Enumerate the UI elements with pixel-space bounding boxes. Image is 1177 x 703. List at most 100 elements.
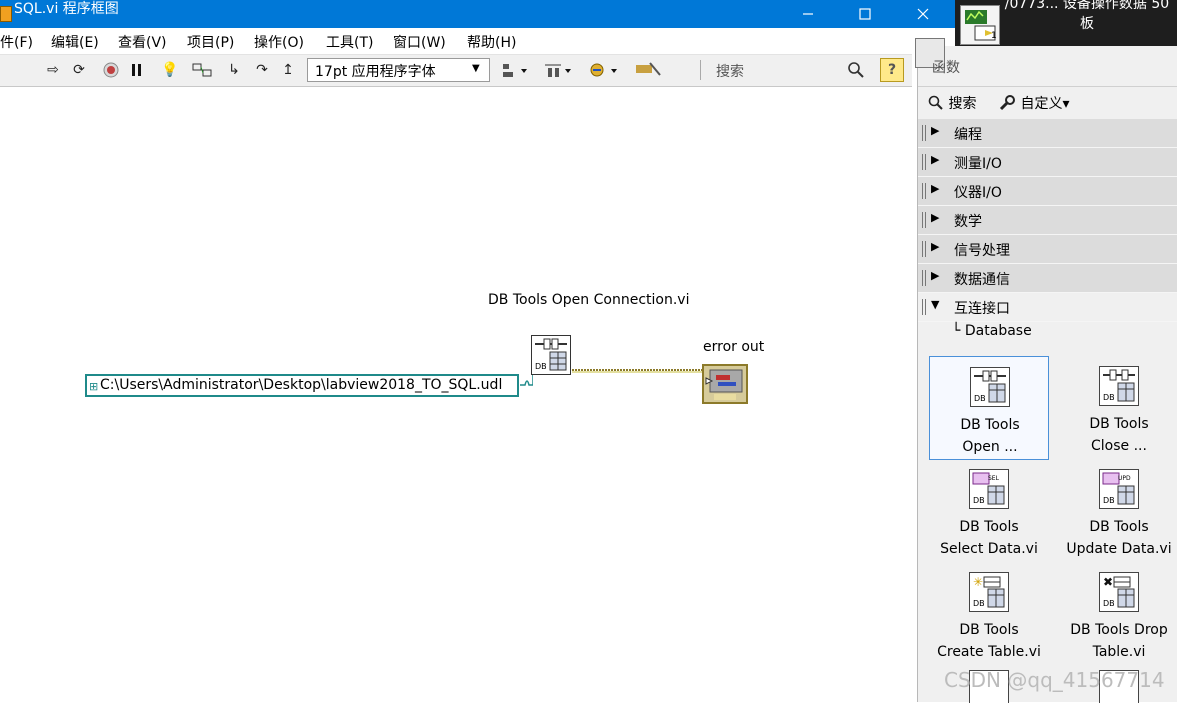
palette-item-line1: DB Tools: [959, 622, 1019, 638]
category-label: 数学: [954, 214, 982, 230]
vi-node-badge: DB: [535, 362, 547, 371]
palette-customize-label: 自定义▾: [1020, 96, 1070, 112]
palette-item-line2: Select Data.vi: [940, 541, 1038, 557]
subpalette-database[interactable]: └ Database: [952, 323, 1032, 339]
align-objects-icon[interactable]: [500, 60, 530, 80]
step-over-icon[interactable]: ↷: [252, 60, 272, 80]
toolbar: ⇨ ⟳ 💡 ↳ ↷ ↥ 17pt 应用程序字体 ▼ 搜索 ?: [0, 55, 912, 87]
palette-item-line2: Close ...: [1091, 438, 1147, 454]
db-tools-open-connection-node[interactable]: DB: [531, 335, 571, 375]
minimize-button[interactable]: [785, 0, 831, 28]
close-icon: [917, 8, 929, 20]
category-instrument-io[interactable]: ▶ 仪器I/O: [918, 177, 1177, 206]
db-open-connection-icon: DB: [970, 367, 1010, 407]
palette-title: 函数: [932, 60, 960, 76]
menu-file[interactable]: 件(F): [0, 32, 33, 52]
path-constant[interactable]: ⊞ C:\Users\Administrator\Desktop\labview…: [85, 374, 519, 397]
highlight-execution-icon[interactable]: 💡: [160, 60, 180, 80]
subpalette-label: Database: [964, 323, 1032, 339]
run-continuously-icon[interactable]: ⟳: [69, 60, 89, 80]
drag-grip-icon: [922, 183, 926, 199]
error-cluster-wire[interactable]: [572, 368, 704, 374]
svg-text:SEL: SEL: [988, 475, 1000, 482]
drag-grip-icon: [922, 270, 926, 286]
palette-item-line1: DB Tools Drop: [1070, 622, 1168, 638]
tree-branch-icon: └: [952, 323, 961, 339]
category-label: 信号处理: [954, 243, 1010, 259]
expand-arrow-icon: ▶: [931, 211, 940, 224]
palette-item-db-close[interactable]: DB DB Tools Close ...: [1059, 356, 1177, 460]
svg-text:✖: ✖: [1103, 575, 1113, 589]
menu-window[interactable]: 窗口(W): [393, 32, 446, 52]
minimize-icon: [803, 13, 813, 15]
font-size-select[interactable]: 17pt 应用程序字体 ▼: [307, 58, 490, 82]
menu-bar: 件(F) 编辑(E) 查看(V) 项目(P) 操作(O) 工具(T) 窗口(W)…: [0, 28, 912, 55]
clean-up-diagram-icon[interactable]: [633, 60, 663, 80]
palette-item-db-open[interactable]: DB DB Tools Open ...: [929, 356, 1049, 460]
expand-arrow-icon: ▶: [931, 269, 940, 282]
expand-arrow-icon: ▶: [931, 153, 940, 166]
labview-app-icon: [0, 6, 12, 22]
run-arrow-icon[interactable]: ⇨: [43, 60, 63, 80]
svg-text:DB: DB: [1103, 599, 1115, 608]
menu-edit[interactable]: 编辑(E): [51, 32, 99, 52]
svg-text:DB: DB: [1103, 496, 1115, 505]
vi-thumbnail-icon[interactable]: 1: [960, 5, 1000, 45]
font-select-value: 17pt 应用程序字体: [315, 64, 436, 80]
drag-grip-icon: [922, 125, 926, 141]
thumbnail-caption: /0773... 设备操作数据 50 板: [1004, 0, 1170, 32]
db-create-table-icon: ✳ DB: [969, 572, 1009, 612]
palette-item-db-select[interactable]: SEL DB DB Tools Select Data.vi: [929, 459, 1049, 563]
abort-icon[interactable]: [101, 60, 121, 80]
palette-item-line1: DB Tools: [959, 519, 1019, 535]
retain-wire-values-icon[interactable]: [192, 60, 212, 80]
svg-text:DB: DB: [1103, 393, 1115, 402]
step-out-icon[interactable]: ↥: [278, 60, 298, 80]
window-title: SQL.vi 程序框图: [14, 1, 119, 17]
menu-help[interactable]: 帮助(H): [467, 32, 516, 52]
menu-project[interactable]: 项目(P): [187, 32, 234, 52]
path-constant-value: C:\Users\Administrator\Desktop\labview20…: [100, 377, 503, 393]
category-label: 仪器I/O: [954, 185, 1002, 201]
palette-item-db-create-table[interactable]: ✳ DB DB Tools Create Table.vi: [929, 562, 1049, 666]
palette-item-db-update[interactable]: UPD DB DB Tools Update Data.vi: [1059, 459, 1177, 563]
category-data-communication[interactable]: ▶ 数据通信: [918, 264, 1177, 293]
taskbar-thumbnail-strip: 1 /0773... 设备操作数据 50 板: [955, 0, 1177, 46]
category-label: 编程: [954, 127, 982, 143]
palette-search-button[interactable]: 搜索: [928, 93, 976, 113]
wrench-icon: [998, 95, 1020, 112]
title-bar: SQL.vi 程序框图: [0, 0, 955, 28]
error-out-label: error out: [703, 339, 765, 355]
menu-view[interactable]: 查看(V): [118, 32, 167, 52]
palette-item-db-drop-table[interactable]: ✖ DB DB Tools Drop Table.vi: [1059, 562, 1177, 666]
context-help-button[interactable]: ?: [880, 58, 904, 82]
distribute-objects-icon[interactable]: [543, 60, 573, 80]
close-button[interactable]: [900, 0, 946, 28]
category-label: 数据通信: [954, 272, 1010, 288]
menu-tools[interactable]: 工具(T): [326, 32, 373, 52]
category-measurement-io[interactable]: ▶ 测量I/O: [918, 148, 1177, 177]
category-mathematics[interactable]: ▶ 数学: [918, 206, 1177, 235]
reorder-icon[interactable]: [589, 60, 619, 80]
db-update-data-icon: UPD DB: [1099, 469, 1139, 509]
maximize-button[interactable]: [842, 0, 888, 28]
vi-node-label: DB Tools Open Connection.vi: [488, 292, 690, 308]
step-into-icon[interactable]: ↳: [224, 60, 244, 80]
category-signal-processing[interactable]: ▶ 信号处理: [918, 235, 1177, 264]
category-programming[interactable]: ▶ 编程: [918, 119, 1177, 148]
palette-item-line2: Open ...: [962, 439, 1018, 455]
palette-customize-button[interactable]: 自定义▾: [998, 93, 1069, 113]
pause-icon[interactable]: [127, 60, 147, 80]
palette-item-line1: DB Tools: [1089, 416, 1149, 432]
drag-grip-icon: [922, 299, 926, 315]
expand-arrow-icon: ▶: [931, 240, 940, 253]
search-icon[interactable]: [846, 60, 866, 80]
toolbar-search-input[interactable]: 搜索: [716, 61, 744, 81]
menu-operate[interactable]: 操作(O): [254, 32, 304, 52]
category-label: 测量I/O: [954, 156, 1002, 172]
palette-item-line2: Create Table.vi: [937, 644, 1041, 660]
drag-grip-icon: [922, 212, 926, 228]
svg-text:1: 1: [991, 31, 997, 41]
category-connectivity[interactable]: ▼ 互连接口: [918, 293, 1177, 322]
error-out-indicator[interactable]: [702, 364, 748, 404]
